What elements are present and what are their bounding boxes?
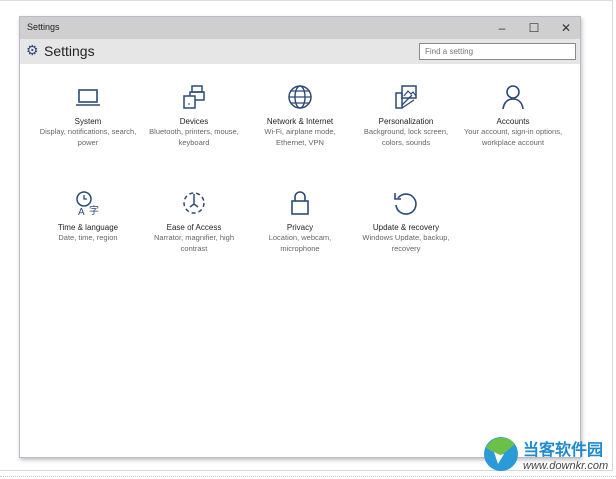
tile-name: Privacy [286,223,314,232]
lock-icon [291,191,309,215]
tile-update-recovery[interactable]: Update & recovery Windows Update, backup… [356,189,456,254]
tile-description: Date, time, region [58,233,118,242]
settings-header: ⚙ Settings [20,39,580,64]
tile-personalization[interactable]: Personalization Background, lock screen,… [356,83,456,148]
tile-devices[interactable]: Devices Bluetooth, printers, mouse, keyb… [144,83,244,148]
svg-text:字: 字 [89,204,99,217]
tile-privacy[interactable]: Privacy Location, webcam, microphone [250,189,350,254]
tile-name: Update & recovery [372,223,440,232]
tile-description: Wi-Fi, airplane mode, Ethernet, VPN [264,127,336,147]
svg-text:当客软件园: 当客软件园 [523,440,603,459]
title-bar[interactable]: Settings – ☐ ✕ [20,17,580,39]
tile-description: Display, notifications, search, power [39,127,137,147]
tile-name: Ease of Access [166,223,222,232]
globe-icon [288,85,312,109]
tile-network-internet[interactable]: Network & Internet Wi-Fi, airplane mode,… [250,83,350,148]
tile-ease-of-access[interactable]: Ease of Access Narrator, magnifier, high… [144,189,244,254]
divider [0,476,616,477]
tile-description: Bluetooth, printers, mouse, keyboard [149,127,239,147]
search-input[interactable] [419,43,576,60]
tile-description: Your account, sign-in options, workplace… [463,127,563,147]
tile-name: Devices [179,117,209,126]
time-language-icon: A字 [76,191,99,217]
watermark-logo: 当客软件园 www.downkr.com [484,437,608,472]
tile-description: Location, webcam, microphone [268,233,332,253]
tile-name: System [74,117,102,126]
tile-description: Narrator, magnifier, high contrast [153,233,235,253]
laptop-icon [76,89,100,106]
svg-text:A: A [78,207,85,217]
devices-icon [183,85,205,109]
personalization-icon [395,85,417,109]
page-title: Settings [44,43,95,59]
maximize-button[interactable]: ☐ [518,17,550,39]
refresh-icon [394,193,417,215]
tile-name: Network & Internet [266,117,334,126]
svg-text:www.downkr.com: www.downkr.com [523,460,608,472]
person-icon [502,85,524,110]
window-title: Settings [27,22,60,32]
tile-time-language[interactable]: A字 Time & language Date, time, region [38,189,138,244]
tile-name: Time & language [57,223,119,232]
close-button[interactable]: ✕ [550,17,582,39]
minimize-button[interactable]: – [486,17,518,39]
tile-accounts[interactable]: Accounts Your account, sign-in options, … [463,83,563,148]
ease-of-access-icon [183,192,205,214]
tile-description: Background, lock screen, colors, sounds [363,127,449,147]
tile-name: Personalization [378,117,434,126]
tile-name: Accounts [496,117,530,126]
gear-icon: ⚙ [26,42,39,58]
tile-system[interactable]: System Display, notifications, search, p… [38,83,138,148]
tile-description: Windows Update, backup, recovery [362,233,450,253]
